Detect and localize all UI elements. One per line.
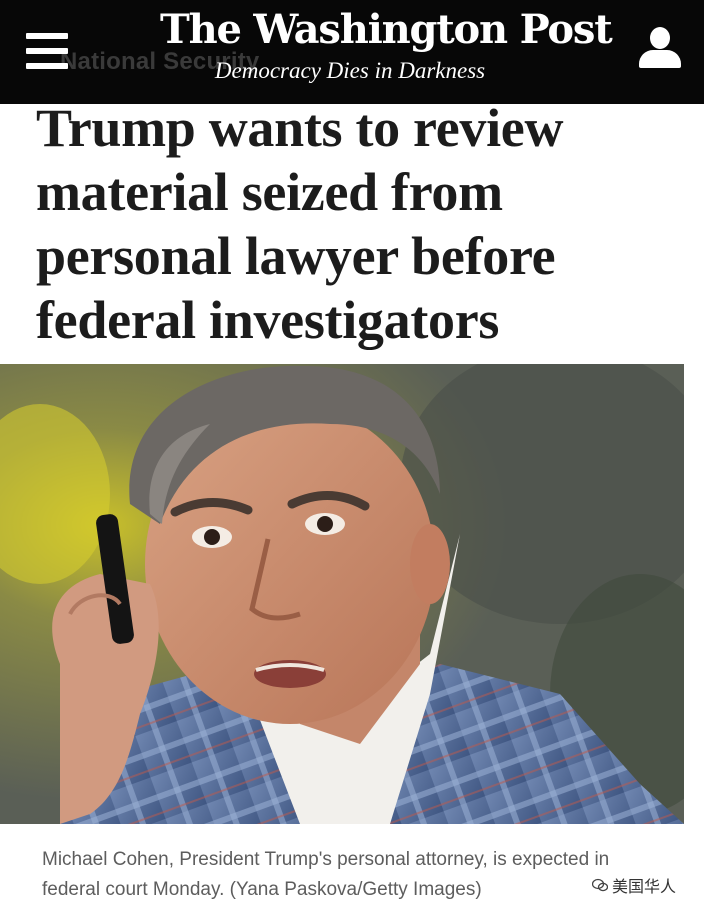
photo-illustration bbox=[0, 364, 684, 824]
watermark-text: 美国华人 bbox=[612, 877, 677, 896]
article-headline: Trump wants to review material seized fr… bbox=[36, 98, 564, 350]
user-account-icon[interactable] bbox=[638, 26, 682, 70]
watermark: 美国华人 bbox=[592, 872, 681, 898]
photo-caption: Michael Cohen, President Trump's persona… bbox=[42, 849, 610, 900]
site-logo[interactable]: The Washington Post bbox=[160, 4, 613, 56]
chat-bubble-icon bbox=[592, 878, 608, 892]
site-tagline: Democracy Dies in Darkness bbox=[214, 58, 486, 83]
hamburger-menu-icon[interactable] bbox=[26, 33, 68, 69]
article-photo[interactable] bbox=[0, 364, 684, 824]
masthead[interactable]: The Washington Post Democracy Dies in Da… bbox=[160, 4, 613, 84]
